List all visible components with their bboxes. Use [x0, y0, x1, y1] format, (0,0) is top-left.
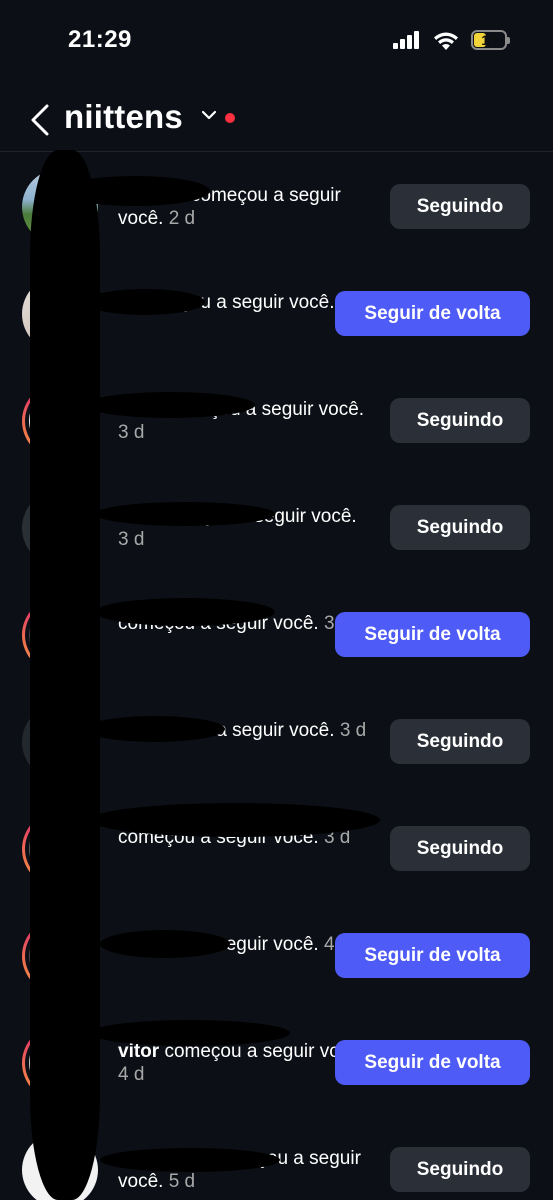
follow-back-button[interactable]: Seguir de volta	[335, 291, 530, 336]
timestamp: 3 d	[118, 529, 145, 550]
timestamp: 3 d	[339, 720, 367, 741]
following-button[interactable]: Seguindo	[390, 826, 530, 871]
screen: 21:29 17 niittens começou a seguir você.…	[0, 0, 553, 1200]
signal-icon	[393, 31, 419, 49]
redaction-mark	[30, 150, 100, 1200]
account-title[interactable]: niittens	[64, 98, 183, 136]
redaction-mark	[85, 392, 255, 418]
timestamp: 2 d	[168, 208, 196, 229]
redaction-mark	[60, 176, 210, 206]
notification-dot	[225, 113, 235, 123]
redaction-mark	[90, 803, 380, 837]
redaction-mark	[95, 598, 275, 626]
follow-back-button[interactable]: Seguir de volta	[335, 1040, 530, 1085]
status-icons: 17	[393, 30, 510, 50]
following-button[interactable]: Seguindo	[390, 1147, 530, 1192]
status-bar: 21:29 17	[0, 0, 553, 80]
notification-text: vitor começou a seguir você. 4 d	[118, 1040, 368, 1086]
redaction-mark	[95, 502, 275, 526]
timestamp: 5 d	[168, 1171, 196, 1192]
status-time: 21:29	[68, 26, 132, 53]
following-button[interactable]: Seguindo	[390, 505, 530, 550]
follow-back-button[interactable]: Seguir de volta	[335, 933, 530, 978]
battery-level: 17	[481, 32, 497, 48]
redaction-mark	[85, 289, 205, 315]
follow-back-button[interactable]: Seguir de volta	[335, 612, 530, 657]
back-button[interactable]	[24, 100, 56, 140]
chevron-down-icon[interactable]	[201, 110, 217, 120]
header: niittens	[0, 92, 553, 150]
redaction-mark	[90, 1020, 290, 1046]
following-button[interactable]: Seguindo	[390, 719, 530, 764]
following-button[interactable]: Seguindo	[390, 398, 530, 443]
timestamp: 3 d	[118, 422, 145, 443]
following-button[interactable]: Seguindo	[390, 184, 530, 229]
timestamp: 4 d	[118, 1064, 145, 1085]
battery-tip	[507, 37, 510, 44]
redaction-mark	[100, 1148, 280, 1172]
wifi-icon	[434, 32, 458, 50]
redaction-mark	[85, 716, 225, 742]
redaction-mark	[100, 930, 230, 958]
battery-icon: 17	[471, 30, 510, 50]
back-chevron-icon	[31, 104, 49, 136]
